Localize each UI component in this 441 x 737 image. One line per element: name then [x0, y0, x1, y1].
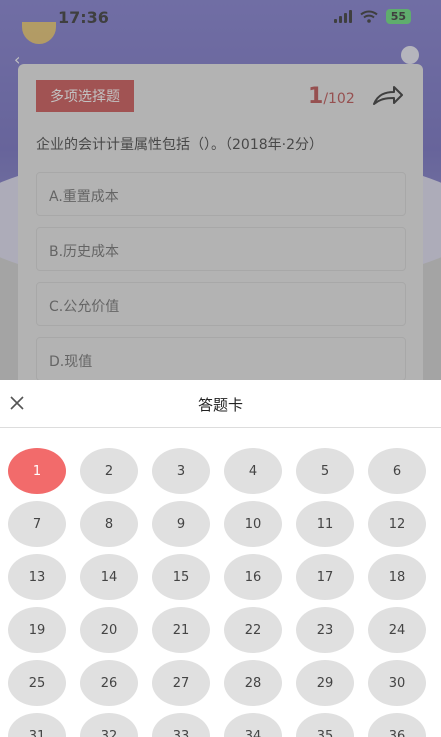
question-number-33[interactable]: 33 [152, 713, 210, 737]
question-number-9[interactable]: 9 [152, 501, 210, 547]
answer-sheet-header: 答题卡 [0, 380, 441, 428]
question-number-4[interactable]: 4 [224, 448, 282, 494]
question-number-5[interactable]: 5 [296, 448, 354, 494]
question-number-32[interactable]: 32 [80, 713, 138, 737]
question-number-17[interactable]: 17 [296, 554, 354, 600]
question-number-36[interactable]: 36 [368, 713, 426, 737]
question-number-7[interactable]: 7 [8, 501, 66, 547]
question-number-27[interactable]: 27 [152, 660, 210, 706]
question-number-19[interactable]: 19 [8, 607, 66, 653]
question-number-30[interactable]: 30 [368, 660, 426, 706]
answer-sheet-panel: 答题卡 1 2 3 4 5 6 7 8 9 10 11 12 13 14 15 16 17 18 19 20 21 22 2… [0, 380, 441, 737]
question-number-31[interactable]: 31 [8, 713, 66, 737]
question-number-22[interactable]: 22 [224, 607, 282, 653]
question-number-10[interactable]: 10 [224, 501, 282, 547]
question-number-14[interactable]: 14 [80, 554, 138, 600]
question-number-6[interactable]: 6 [368, 448, 426, 494]
question-number-26[interactable]: 26 [80, 660, 138, 706]
answer-sheet-title: 答题卡 [197, 396, 243, 414]
question-number-24[interactable]: 24 [368, 607, 426, 653]
question-number-13[interactable]: 13 [8, 554, 66, 600]
question-number-15[interactable]: 15 [152, 554, 210, 600]
question-number-25[interactable]: 25 [8, 660, 66, 706]
dim-overlay[interactable] [0, 0, 441, 380]
question-number-18[interactable]: 18 [368, 554, 426, 600]
question-number-21[interactable]: 21 [152, 607, 210, 653]
question-number-23[interactable]: 23 [296, 607, 354, 653]
question-number-29[interactable]: 29 [296, 660, 354, 706]
question-number-34[interactable]: 34 [224, 713, 282, 737]
question-number-1[interactable]: 1 [8, 448, 66, 494]
question-number-16[interactable]: 16 [224, 554, 282, 600]
question-number-28[interactable]: 28 [224, 660, 282, 706]
question-number-12[interactable]: 12 [368, 501, 426, 547]
question-number-35[interactable]: 35 [296, 713, 354, 737]
question-number-2[interactable]: 2 [80, 448, 138, 494]
question-number-11[interactable]: 11 [296, 501, 354, 547]
question-number-3[interactable]: 3 [152, 448, 210, 494]
question-number-8[interactable]: 8 [80, 501, 138, 547]
question-number-20[interactable]: 20 [80, 607, 138, 653]
